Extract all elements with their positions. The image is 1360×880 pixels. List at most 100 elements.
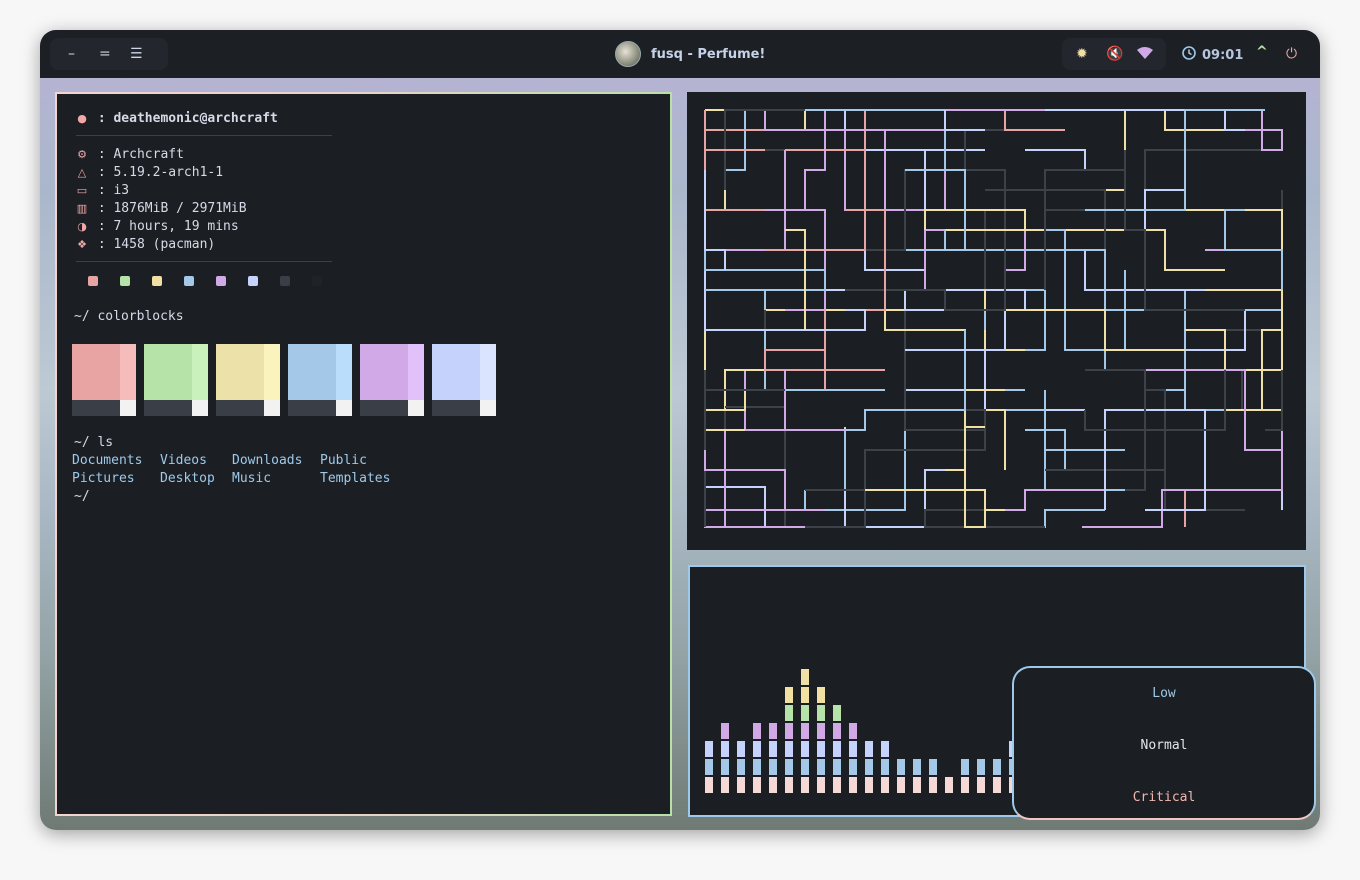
package-icon: ❖ <box>77 238 87 251</box>
visualizer-bar <box>849 777 857 793</box>
pipe-segment <box>845 109 946 211</box>
brightness-icon[interactable]: ✹ <box>1076 47 1088 61</box>
clock[interactable]: 09:01 <box>1182 46 1243 64</box>
minus-icon[interactable]: – <box>68 47 75 61</box>
pipe-segment <box>784 370 845 431</box>
palette-dot <box>88 276 98 286</box>
user-icon: ● <box>77 112 87 125</box>
visualizer-bar <box>929 777 937 793</box>
visualizer-bar <box>817 741 825 757</box>
pipe-segment <box>705 109 925 211</box>
wifi-icon[interactable] <box>1136 45 1154 64</box>
visualizer-bar <box>817 723 825 739</box>
pipe-segment <box>1265 370 1283 431</box>
pipe-segment <box>924 229 1026 291</box>
window-title: fusq - Perfume! <box>615 41 765 67</box>
visualizer-bar <box>721 777 729 793</box>
pipe-segment <box>1085 109 1265 211</box>
pipe-segment <box>705 109 766 131</box>
pipe-segment <box>764 310 785 331</box>
visualizer-bar <box>833 741 841 757</box>
chevron-up-icon[interactable]: ^ <box>1256 45 1268 59</box>
clock-icon <box>1182 46 1196 64</box>
visualizer-bar <box>721 723 729 739</box>
palette-dot <box>312 276 322 286</box>
visualizer-bar <box>977 759 985 775</box>
visualizer-bar <box>881 741 889 757</box>
pipe-segment <box>985 489 1105 511</box>
fetch-packages: 1458 (pacman) <box>113 237 216 252</box>
pipe-segment <box>964 129 1025 190</box>
visualizer-bar <box>801 759 809 775</box>
menu-icon[interactable]: ☰ <box>130 47 143 61</box>
fetch-kernel: 5.19.2-arch1-1 <box>113 165 224 180</box>
visualizer-bar <box>881 777 889 793</box>
color-block <box>360 344 424 416</box>
terminal-window[interactable]: ● : deathemonic@archcraft ⚙ : Archcraft … <box>55 92 672 816</box>
color-block <box>216 344 280 416</box>
visualizer-bar <box>977 777 985 793</box>
visualizer-bar <box>753 741 761 757</box>
ls-entry: Documents <box>72 453 143 468</box>
pipe-segment <box>904 309 1005 431</box>
visualizer-bar <box>721 741 729 757</box>
pipe-segment <box>1184 289 1265 310</box>
palette-dot <box>184 276 194 286</box>
visualizer-bar <box>801 723 809 739</box>
fetch-divider-top <box>76 135 332 136</box>
pipe-segment <box>1004 109 1065 131</box>
color-block <box>432 344 496 416</box>
mute-icon[interactable]: 🔇 <box>1106 47 1123 61</box>
pipe-segment <box>765 110 826 211</box>
menu-item-normal[interactable]: Normal <box>1014 738 1314 753</box>
pipe-segment <box>1084 369 1146 431</box>
pipe-segment <box>1082 449 1283 528</box>
visualizer-bar <box>929 759 937 775</box>
pipe-segment <box>904 389 1005 410</box>
window-icon: ▭ <box>76 184 88 197</box>
color-block <box>72 344 136 416</box>
fetch-wm: i3 <box>113 183 130 198</box>
ls-entry: Music <box>232 471 272 486</box>
pipe-segment <box>984 349 1085 411</box>
visualizer-bar <box>993 777 1001 793</box>
pipe-segment <box>785 229 806 330</box>
equals-icon[interactable]: = <box>99 47 111 61</box>
visualizer-bar <box>785 723 793 739</box>
visualizer-bar <box>705 741 713 757</box>
linux-icon: △ <box>77 166 87 179</box>
visualizer-bar <box>865 777 873 793</box>
visualizer-bar <box>833 705 841 721</box>
pipe-segment <box>704 450 786 511</box>
urgency-menu: Low Normal Critical <box>1012 666 1316 820</box>
visualizer-bar <box>833 723 841 739</box>
pipe-segment <box>704 170 725 271</box>
pipe-segment <box>704 110 765 211</box>
menu-item-critical[interactable]: Critical <box>1014 790 1314 805</box>
visualizer-bar <box>865 741 873 757</box>
menu-item-low[interactable]: Low <box>1014 686 1314 701</box>
command-ls: ~/ ls <box>74 435 114 450</box>
pipe-segment <box>1005 210 1126 231</box>
power-icon[interactable]: ⏻ <box>1286 47 1297 61</box>
visualizer-bar <box>993 759 1001 775</box>
prompt[interactable]: ~/ <box>74 488 90 506</box>
pipe-segment <box>1205 109 1245 131</box>
fetch-packages-line: ❖ : 1458 (pacman) <box>74 236 215 254</box>
pipe-segment <box>924 209 1026 231</box>
window-title-text: fusq - Perfume! <box>651 46 766 62</box>
fetch-kernel-line: △ : 5.19.2-arch1-1 <box>74 164 223 182</box>
pipe-segment <box>704 389 765 431</box>
visualizer-bar <box>817 687 825 703</box>
visualizer-bar <box>785 777 793 793</box>
pipes-window[interactable] <box>687 92 1306 550</box>
ls-entry: Downloads <box>232 453 303 468</box>
visualizer-bar <box>721 759 729 775</box>
pipe-segment <box>1205 249 1283 470</box>
fetch-memory-line: ▥ : 1876MiB / 2971MiB <box>74 200 247 218</box>
visualizer-bar <box>817 705 825 721</box>
visualizer-bar <box>961 777 969 793</box>
avatar <box>615 41 641 67</box>
fetch-user-line: ● : deathemonic@archcraft <box>74 110 278 128</box>
pipe-segment <box>805 330 966 431</box>
